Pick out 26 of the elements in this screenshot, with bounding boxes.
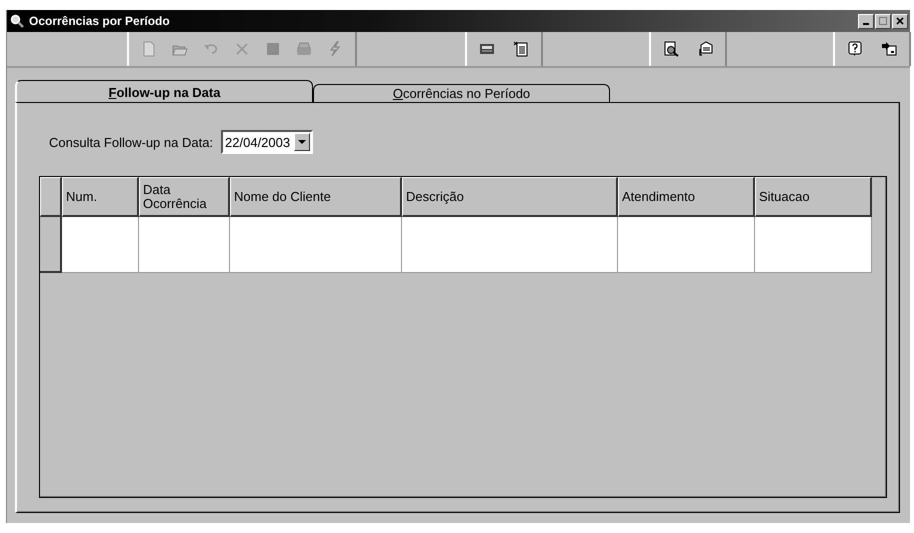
tab[interactable]: Ocorrências no Período xyxy=(313,84,610,102)
maximize-icon xyxy=(878,16,888,26)
column-header: Situacao xyxy=(755,177,872,217)
row-header xyxy=(40,177,62,217)
magnifier-icon xyxy=(10,14,24,28)
column-header: Descrição xyxy=(402,177,618,217)
column-header: Num. xyxy=(62,177,139,217)
calculator-icon[interactable] xyxy=(479,41,495,57)
date-dropdown[interactable]: 22/04/2003 xyxy=(221,130,314,154)
column-header: Atendimento xyxy=(618,177,755,217)
minimize-button[interactable] xyxy=(858,14,874,28)
column-header: Nome do Cliente xyxy=(230,177,402,217)
row-selector xyxy=(40,217,62,273)
help-icon[interactable] xyxy=(847,41,863,57)
maximize-button[interactable] xyxy=(875,14,891,28)
close-icon xyxy=(895,16,905,26)
exit-icon[interactable] xyxy=(881,41,897,57)
minimize-icon xyxy=(863,23,869,25)
notepad-icon[interactable] xyxy=(513,41,529,57)
envelope-icon[interactable] xyxy=(697,41,713,57)
window-title: Ocorrências por Período xyxy=(29,14,171,28)
column-header: Data Ocorrência xyxy=(139,177,230,217)
tab[interactable]: Follow-up na Data xyxy=(15,80,313,102)
date-label: Consulta Follow-up na Data: xyxy=(49,134,214,150)
page-magnifier-icon[interactable] xyxy=(663,41,679,57)
close-button[interactable] xyxy=(892,14,908,28)
